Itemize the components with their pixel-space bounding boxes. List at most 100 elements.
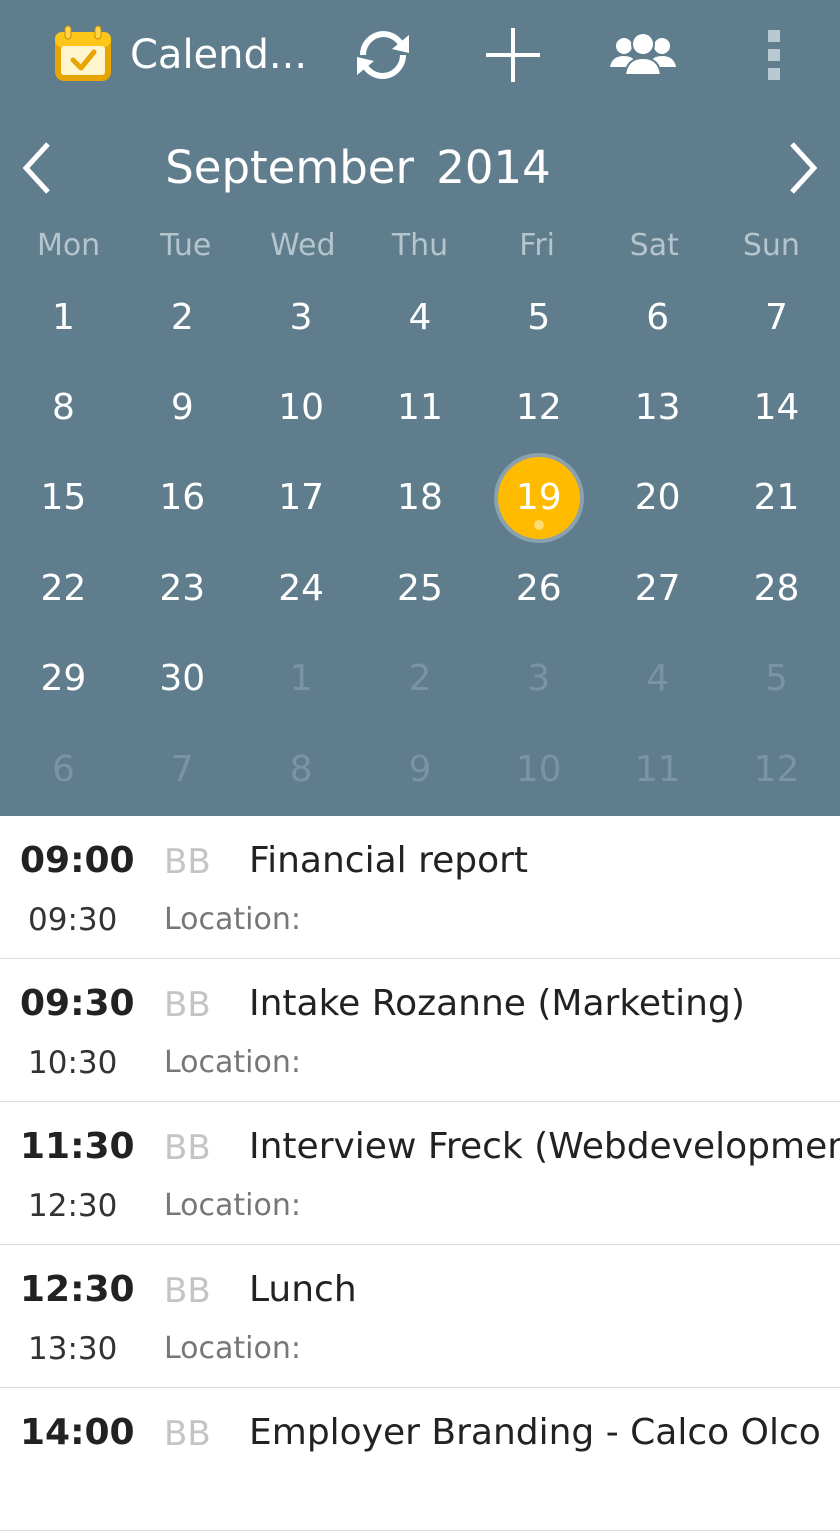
calendar-day[interactable]: 4 (598, 634, 717, 724)
sync-button[interactable] (350, 22, 416, 88)
chevron-right-icon (790, 142, 818, 194)
weekday-label: Thu (391, 228, 449, 263)
day-number: 3 (527, 658, 551, 700)
event-calendar-tag: BB (164, 1128, 211, 1168)
day-number: 29 (40, 658, 87, 700)
next-month-button[interactable] (772, 132, 832, 204)
calendar-day[interactable]: 28 (717, 543, 836, 633)
overflow-menu-button[interactable] (742, 22, 808, 88)
sync-icon (357, 30, 409, 80)
event-end-time: 12:30 (28, 1188, 118, 1224)
calendar-day[interactable]: 23 (123, 543, 242, 633)
day-number: 24 (278, 567, 325, 609)
event-item[interactable]: 11:30 12:30 BB Interview Freck (Webdevelopm… (0, 1102, 840, 1245)
event-item[interactable]: 14:00 BB Employer Branding - Calco Olco (0, 1388, 840, 1531)
calendar-day[interactable]: 1 (242, 634, 361, 724)
calendar-day[interactable]: 12 (717, 724, 836, 814)
event-start-time: 12:30 (20, 1269, 135, 1310)
add-event-button[interactable] (480, 22, 546, 88)
day-number: 4 (646, 658, 670, 700)
calendar-day[interactable]: 11 (598, 724, 717, 814)
calendar-day[interactable]: 5 (479, 272, 598, 362)
day-number: 17 (278, 477, 325, 519)
event-title: Lunch (249, 1269, 357, 1310)
weekday-label: Wed (270, 228, 336, 263)
calendar-day[interactable]: 17 (242, 453, 361, 543)
calendar-day[interactable]: 18 (361, 453, 480, 543)
event-title: Financial report (249, 840, 529, 881)
calendar-day[interactable]: 7 (717, 272, 836, 362)
event-title: Interview Freck (Webdevelopment) (249, 1126, 840, 1167)
day-number: 25 (397, 567, 443, 609)
day-number: 28 (753, 567, 800, 609)
calendar-day[interactable]: 3 (479, 634, 598, 724)
event-title: Intake Rozanne (Marketing) (249, 983, 745, 1024)
calendar-day[interactable]: 5 (717, 634, 836, 724)
day-number: 8 (51, 387, 75, 429)
calendar-day[interactable]: 6 (598, 272, 717, 362)
event-location: Location: (164, 1331, 301, 1366)
calendar-day[interactable]: 14 (717, 362, 836, 452)
day-number: 11 (397, 387, 443, 429)
calendar-day[interactable]: 8 (242, 724, 361, 814)
calendar-check-icon[interactable] (52, 24, 114, 84)
calendar-day[interactable]: 1 (4, 272, 123, 362)
calendar-day[interactable]: 2 (123, 272, 242, 362)
day-number: 13 (634, 387, 681, 429)
calendar-day[interactable]: 20 (598, 453, 717, 543)
day-number: 21 (753, 477, 800, 519)
calendar-day-selected[interactable]: 19 (479, 453, 598, 543)
day-number: 22 (40, 567, 87, 609)
event-item[interactable]: 12:30 13:30 BB Lunch Location: (0, 1245, 840, 1388)
action-bar: Calend... (0, 0, 840, 110)
calendar-day[interactable]: 27 (598, 543, 717, 633)
weekday-label: Tue (160, 228, 212, 263)
month-title[interactable]: September 2014 (0, 140, 716, 196)
day-number: 20 (634, 477, 681, 519)
calendar-day[interactable]: 24 (242, 543, 361, 633)
event-item[interactable]: 09:00 09:30 BB Financial report Location: (0, 816, 840, 959)
calendar-day[interactable]: 7 (123, 724, 242, 814)
calendar-day[interactable]: 15 (4, 453, 123, 543)
day-number: 23 (159, 567, 206, 609)
accounts-button[interactable] (610, 22, 676, 88)
calendar-day[interactable]: 10 (479, 724, 598, 814)
day-number: 18 (397, 477, 443, 519)
calendar-day[interactable]: 3 (242, 272, 361, 362)
day-number: 9 (408, 748, 432, 790)
event-location: Location: (164, 1045, 301, 1080)
calendar-day[interactable]: 12 (479, 362, 598, 452)
event-calendar-tag: BB (164, 1271, 211, 1311)
day-number: 9 (170, 387, 194, 429)
calendar-day[interactable]: 2 (361, 634, 480, 724)
calendar-day[interactable]: 22 (4, 543, 123, 633)
calendar-day[interactable]: 4 (361, 272, 480, 362)
day-number: 12 (753, 748, 800, 790)
day-number: 10 (278, 387, 325, 429)
calendar-day[interactable]: 6 (4, 724, 123, 814)
calendar-day[interactable]: 11 (361, 362, 480, 452)
calendar-day[interactable]: 13 (598, 362, 717, 452)
day-number: 1 (51, 296, 75, 338)
event-start-time: 11:30 (20, 1126, 135, 1167)
calendar-day[interactable]: 9 (123, 362, 242, 452)
overflow-menu-icon (768, 30, 780, 80)
day-number: 16 (159, 477, 206, 519)
calendar-day[interactable]: 26 (479, 543, 598, 633)
event-calendar-tag: BB (164, 842, 211, 882)
day-number: 5 (765, 658, 788, 700)
people-icon (610, 32, 676, 76)
calendar-day[interactable]: 10 (242, 362, 361, 452)
calendar-day[interactable]: 30 (123, 634, 242, 724)
calendar-day[interactable]: 8 (4, 362, 123, 452)
event-location: Location: (164, 1188, 301, 1223)
calendar-day[interactable]: 16 (123, 453, 242, 543)
calendar-day[interactable]: 9 (361, 724, 480, 814)
calendar-day[interactable]: 29 (4, 634, 123, 724)
calendar-panel: Calend... September 2014 Mon Tue Wed Thu… (0, 0, 840, 816)
calendar-day[interactable]: 21 (717, 453, 836, 543)
day-number: 6 (646, 296, 670, 338)
calendar-day[interactable]: 25 (361, 543, 480, 633)
event-item[interactable]: 09:30 10:30 BB Intake Rozanne (Marketing) Lo… (0, 959, 840, 1102)
plus-icon (486, 28, 540, 82)
